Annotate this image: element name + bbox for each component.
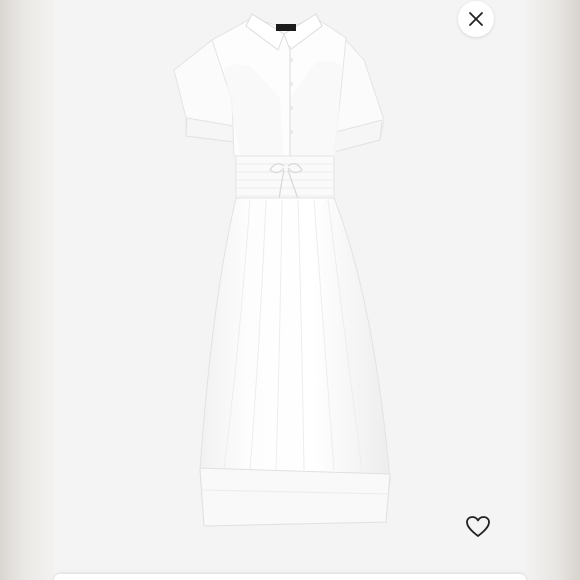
heart-outline-icon (466, 516, 490, 537)
image-viewer (0, 0, 580, 580)
brand-label (276, 24, 296, 31)
close-button[interactable] (458, 1, 494, 37)
product-photo[interactable] (54, 0, 526, 580)
smocked-waistband (235, 155, 335, 201)
hem-band (199, 467, 391, 527)
close-icon (469, 12, 483, 26)
previous-image-peek[interactable] (0, 0, 54, 580)
dress-illustration (173, 13, 391, 527)
favorite-button[interactable] (463, 512, 493, 542)
bottom-sheet-edge[interactable] (54, 574, 526, 580)
next-image-peek[interactable] (526, 0, 580, 580)
